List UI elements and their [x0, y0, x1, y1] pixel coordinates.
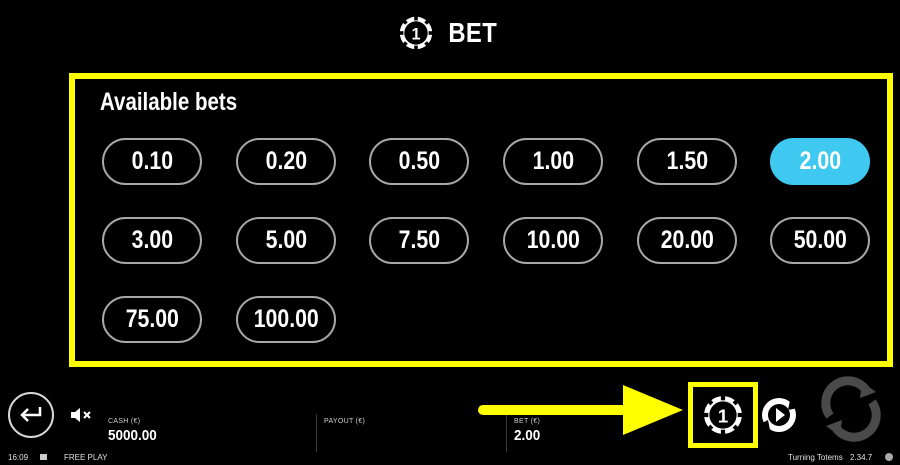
bet-option-0.10[interactable]: 0.10 [102, 138, 202, 185]
status-bar: 16:09 FREE PLAY Turning Totems 2.34.7 [0, 453, 900, 465]
available-bets-label: Available bets [100, 88, 238, 116]
cash-display: CASH (€) 5000.00 [108, 418, 162, 444]
back-button[interactable] [8, 392, 54, 438]
bet-option-75.00[interactable]: 75.00 [102, 296, 202, 343]
bet-option-2.00-selected[interactable]: 2.00 [770, 138, 870, 185]
cash-label: CASH (€) [108, 418, 141, 425]
info-icon[interactable] [885, 453, 893, 461]
bet-chip-icon: 1 [399, 15, 434, 51]
bet-option-10.00[interactable]: 10.00 [503, 217, 603, 264]
payout-label: PAYOUT (€) [324, 418, 366, 425]
spin-icon[interactable] [818, 376, 884, 442]
clock-time: 16:09 [8, 453, 29, 462]
bet-option-3.00[interactable]: 3.00 [102, 217, 202, 264]
svg-text:1: 1 [412, 25, 421, 43]
page-title: BET [448, 17, 498, 48]
payout-display: PAYOUT (€) [324, 418, 365, 427]
back-arrow-icon [20, 407, 42, 422]
screen-icon [40, 454, 47, 460]
bet-settings-screen: 1 BET Available bets 0.10 0.20 0.50 1.00… [0, 0, 900, 465]
bet-button[interactable]: 1 [688, 382, 758, 448]
bet-option-0.20[interactable]: 0.20 [236, 138, 336, 185]
bet-option-100.00[interactable]: 100.00 [236, 296, 336, 343]
bet-option-5.00[interactable]: 5.00 [236, 217, 336, 264]
game-name: Turning Totems [788, 453, 843, 462]
game-version: 2.34.7 [850, 453, 873, 462]
svg-text:1: 1 [718, 406, 729, 427]
annotation-arrow [478, 385, 683, 435]
bet-chip-icon: 1 [703, 395, 743, 435]
bet-option-50.00[interactable]: 50.00 [770, 217, 870, 264]
speaker-muted-icon[interactable] [70, 405, 92, 425]
bet-option-1.00[interactable]: 1.00 [503, 138, 603, 185]
play-mode: FREE PLAY [64, 453, 108, 462]
bet-option-1.50[interactable]: 1.50 [637, 138, 737, 185]
cash-value: 5000.00 [108, 427, 157, 444]
bet-option-0.50[interactable]: 0.50 [369, 138, 469, 185]
autoplay-icon[interactable] [760, 396, 798, 434]
bet-option-7.50[interactable]: 7.50 [369, 217, 469, 264]
divider [316, 414, 317, 452]
header: 1 BET [0, 0, 900, 66]
bet-option-20.00[interactable]: 20.00 [637, 217, 737, 264]
